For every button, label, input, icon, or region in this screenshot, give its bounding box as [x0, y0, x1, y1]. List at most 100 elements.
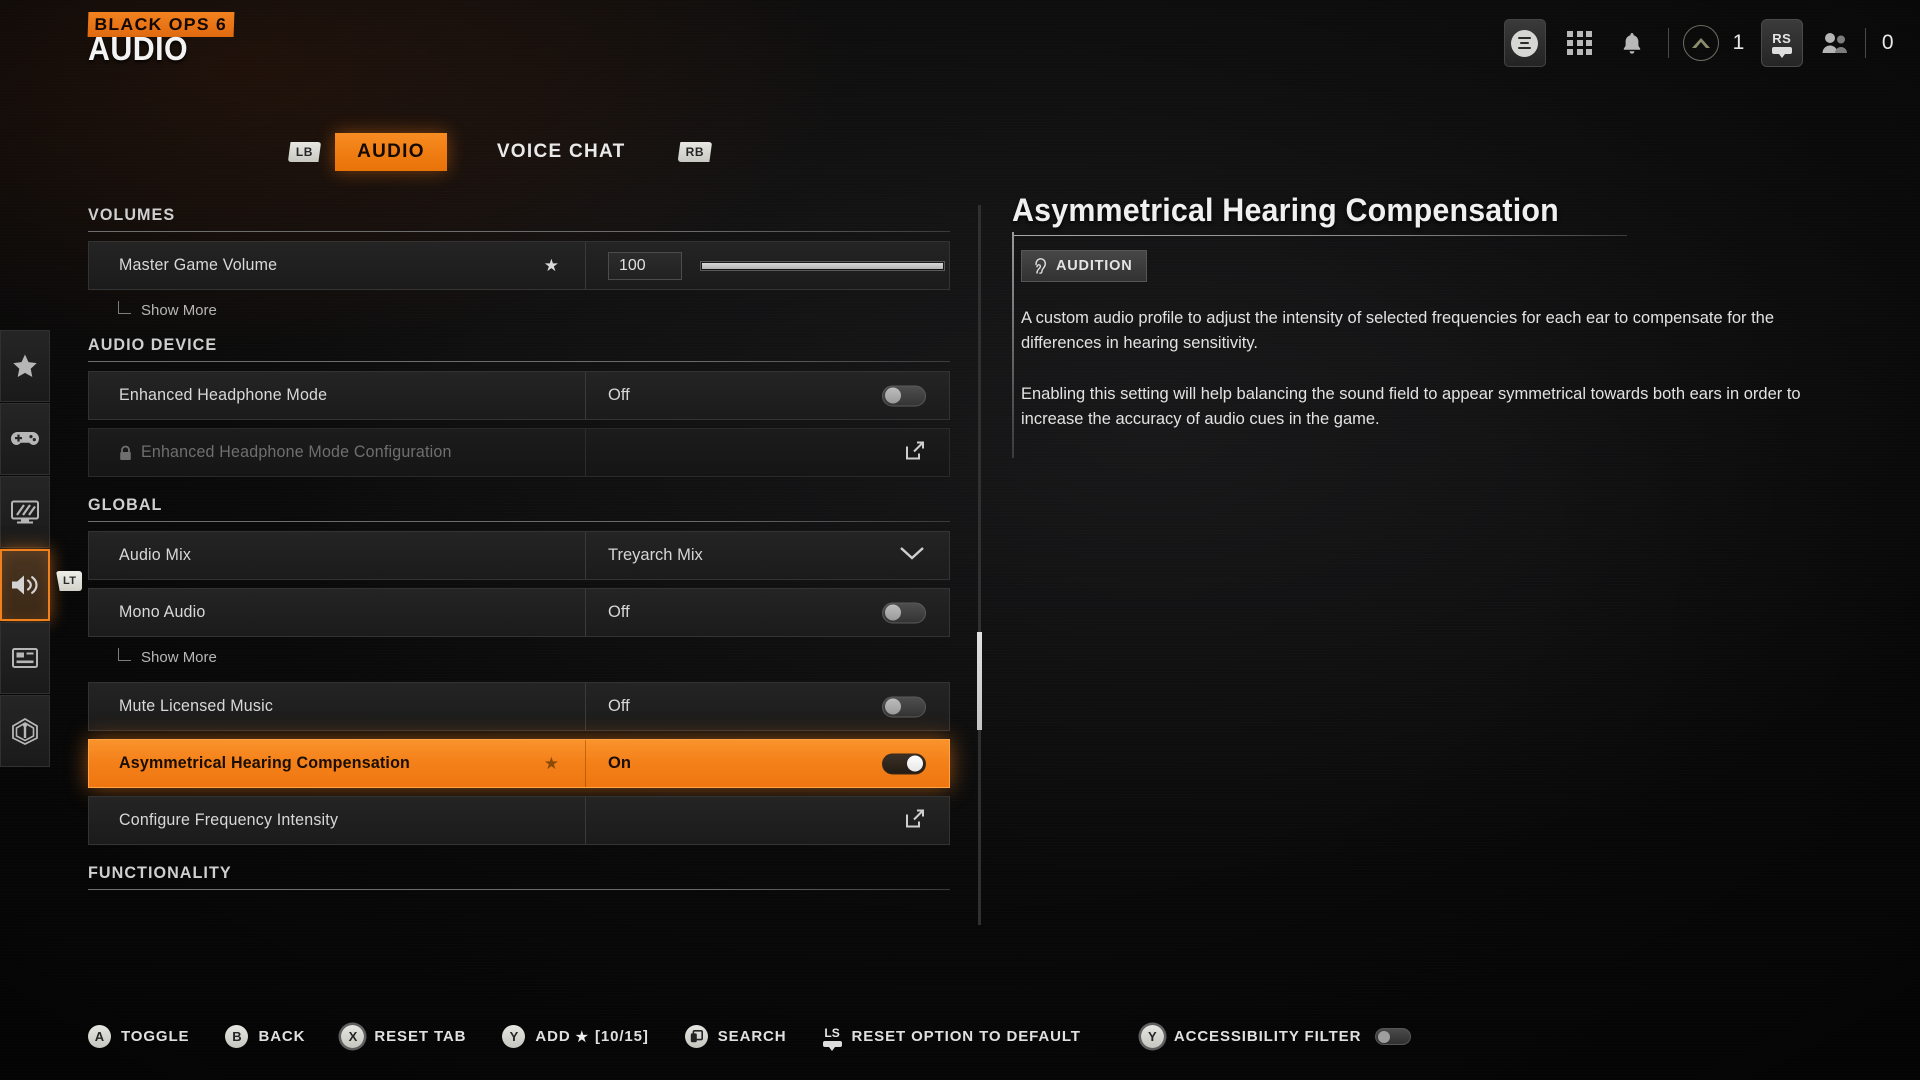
- tab-audio[interactable]: AUDIO: [335, 133, 447, 171]
- chevron-down-icon[interactable]: [899, 546, 925, 566]
- menu-button[interactable]: [1503, 19, 1546, 67]
- setting-value: Off: [608, 603, 630, 621]
- row-left: Enhanced Headphone Mode Configuration: [89, 429, 586, 476]
- volume-slider[interactable]: [700, 260, 945, 271]
- hint-label: BACK: [258, 1028, 306, 1045]
- toggle-knob: [885, 604, 901, 621]
- show-more-global[interactable]: Show More: [118, 644, 950, 670]
- setting-row-asymmetrical-hearing-compensation[interactable]: Asymmetrical Hearing Compensation ★ On: [88, 739, 950, 788]
- tab-voice-chat[interactable]: VOICE CHAT: [475, 133, 648, 171]
- gamepad-icon: [11, 432, 39, 445]
- setting-row-enhanced-headphone-mode-configuration[interactable]: Enhanced Headphone Mode Configuration: [88, 428, 950, 477]
- rank-count: 1: [1732, 31, 1745, 54]
- header-divider-2: [1864, 28, 1866, 58]
- setting-value: Off: [608, 697, 630, 715]
- rank-triangle-icon[interactable]: [1682, 25, 1719, 61]
- show-more-volumes[interactable]: Show More: [118, 297, 950, 323]
- section-rule: [88, 231, 950, 232]
- section-heading-functionality: FUNCTIONALITY: [88, 863, 232, 882]
- slider-fill: [702, 262, 943, 269]
- sidebar-item-accessibility[interactable]: [0, 695, 50, 767]
- menu-icon: [1511, 29, 1539, 57]
- hint-back[interactable]: B BACK: [225, 1025, 305, 1048]
- elbow-icon: [118, 647, 131, 661]
- hint-reset-option-to-default[interactable]: LS RESET OPTION TO DEFAULT: [822, 1027, 1081, 1051]
- hint-add-favorite[interactable]: Y ADD ★ [10/15]: [502, 1025, 648, 1048]
- sidebar-item-audio[interactable]: LT: [0, 549, 83, 621]
- apps-grid-icon[interactable]: [1560, 23, 1600, 63]
- setting-row-enhanced-headphone-mode[interactable]: Enhanced Headphone Mode Off: [88, 371, 950, 420]
- audition-label: AUDITION: [1056, 258, 1133, 274]
- button-b-icon: B: [225, 1025, 249, 1048]
- hint-toggle[interactable]: A TOGGLE: [88, 1025, 189, 1048]
- scrollbar-track[interactable]: [978, 205, 981, 925]
- setting-label: Asymmetrical Hearing Compensation: [119, 754, 411, 772]
- button-y-icon: Y: [502, 1025, 526, 1048]
- scrollbar-thumb[interactable]: [977, 632, 982, 730]
- left-trigger-hint: LT: [56, 571, 83, 591]
- hint-reset-tab[interactable]: X RESET TAB: [341, 1025, 466, 1048]
- bell-icon[interactable]: [1612, 23, 1652, 63]
- setting-value: On: [608, 754, 631, 772]
- accessibility-filter-toggle[interactable]: [1375, 1028, 1412, 1045]
- setting-row-configure-frequency-intensity[interactable]: Configure Frequency Intensity: [88, 796, 950, 845]
- button-a-icon: A: [88, 1025, 111, 1048]
- hint-label: SEARCH: [717, 1028, 787, 1045]
- row-right: Off: [586, 589, 949, 636]
- hint-accessibility-filter[interactable]: Y ACCESSIBILITY FILTER: [1140, 1025, 1412, 1048]
- section-heading-global: GLOBAL: [88, 495, 163, 514]
- setting-label: Master Game Volume: [119, 256, 278, 274]
- hint-label: RESET OPTION TO DEFAULT: [851, 1028, 1081, 1045]
- row-right: On: [586, 740, 949, 787]
- setting-label: Enhanced Headphone Mode Configuration: [141, 443, 452, 461]
- audition-badge: AUDITION: [1021, 250, 1148, 282]
- party-count: 0: [1881, 31, 1894, 54]
- toggle-switch[interactable]: [882, 602, 926, 623]
- star-icon: [13, 354, 37, 377]
- setting-row-audio-mix[interactable]: Audio Mix Treyarch Mix: [88, 531, 950, 580]
- button-x-icon: X: [341, 1025, 365, 1048]
- hud-layout-icon: [12, 648, 38, 668]
- hint-search[interactable]: SEARCH: [684, 1025, 787, 1048]
- section-rule: [88, 889, 950, 890]
- external-link-icon[interactable]: [905, 808, 925, 833]
- section-heading-volumes: VOLUMES: [88, 205, 176, 224]
- setting-row-master-game-volume[interactable]: Master Game Volume ★ 100: [88, 241, 950, 290]
- favorite-star-icon[interactable]: ★: [544, 256, 559, 276]
- section-heading-audio-device: AUDIO DEVICE: [88, 335, 218, 354]
- hint-label: ACCESSIBILITY FILTER: [1173, 1028, 1362, 1045]
- setting-row-mute-licensed-music[interactable]: Mute Licensed Music Off: [88, 682, 950, 731]
- volume-value-box[interactable]: 100: [608, 251, 682, 280]
- hint-label: RESET TAB: [374, 1028, 467, 1045]
- row-left: Mute Licensed Music: [89, 683, 586, 730]
- tab-bar: LB AUDIO VOICE CHAT RB: [0, 133, 1000, 171]
- button-y-icon: Y: [1140, 1025, 1164, 1048]
- setting-label: Mono Audio: [119, 603, 206, 621]
- toggle-knob: [1378, 1030, 1391, 1043]
- ls-stick-icon: LS: [822, 1027, 842, 1051]
- volume-value: 100: [619, 256, 646, 274]
- rs-stick-icon[interactable]: RS: [1760, 19, 1803, 67]
- row-left: Mono Audio: [89, 589, 586, 636]
- header-divider: [1667, 28, 1669, 58]
- favorite-star-icon[interactable]: ★: [544, 754, 559, 774]
- monitor-icon: [11, 500, 39, 524]
- external-link-icon[interactable]: [905, 440, 925, 465]
- toggle-knob: [885, 387, 901, 404]
- row-right: [586, 429, 949, 476]
- party-people-icon[interactable]: [1815, 23, 1855, 63]
- lock-icon: [119, 445, 132, 461]
- show-more-label: Show More: [141, 648, 217, 666]
- sidebar-item-favorites[interactable]: [0, 330, 50, 402]
- toggle-switch[interactable]: [882, 385, 926, 406]
- toggle-knob: [885, 698, 901, 715]
- toggle-switch[interactable]: [882, 753, 926, 774]
- row-left: Configure Frequency Intensity: [89, 797, 586, 844]
- hint-label: TOGGLE: [121, 1028, 190, 1045]
- toggle-switch[interactable]: [882, 696, 926, 717]
- sidebar-item-graphics[interactable]: [0, 476, 50, 548]
- sidebar-item-controller[interactable]: [0, 403, 50, 475]
- detail-paragraph-1: A custom audio profile to adjust the int…: [1021, 309, 1775, 353]
- setting-row-mono-audio[interactable]: Mono Audio Off: [88, 588, 950, 637]
- sidebar-item-interface[interactable]: [0, 622, 50, 694]
